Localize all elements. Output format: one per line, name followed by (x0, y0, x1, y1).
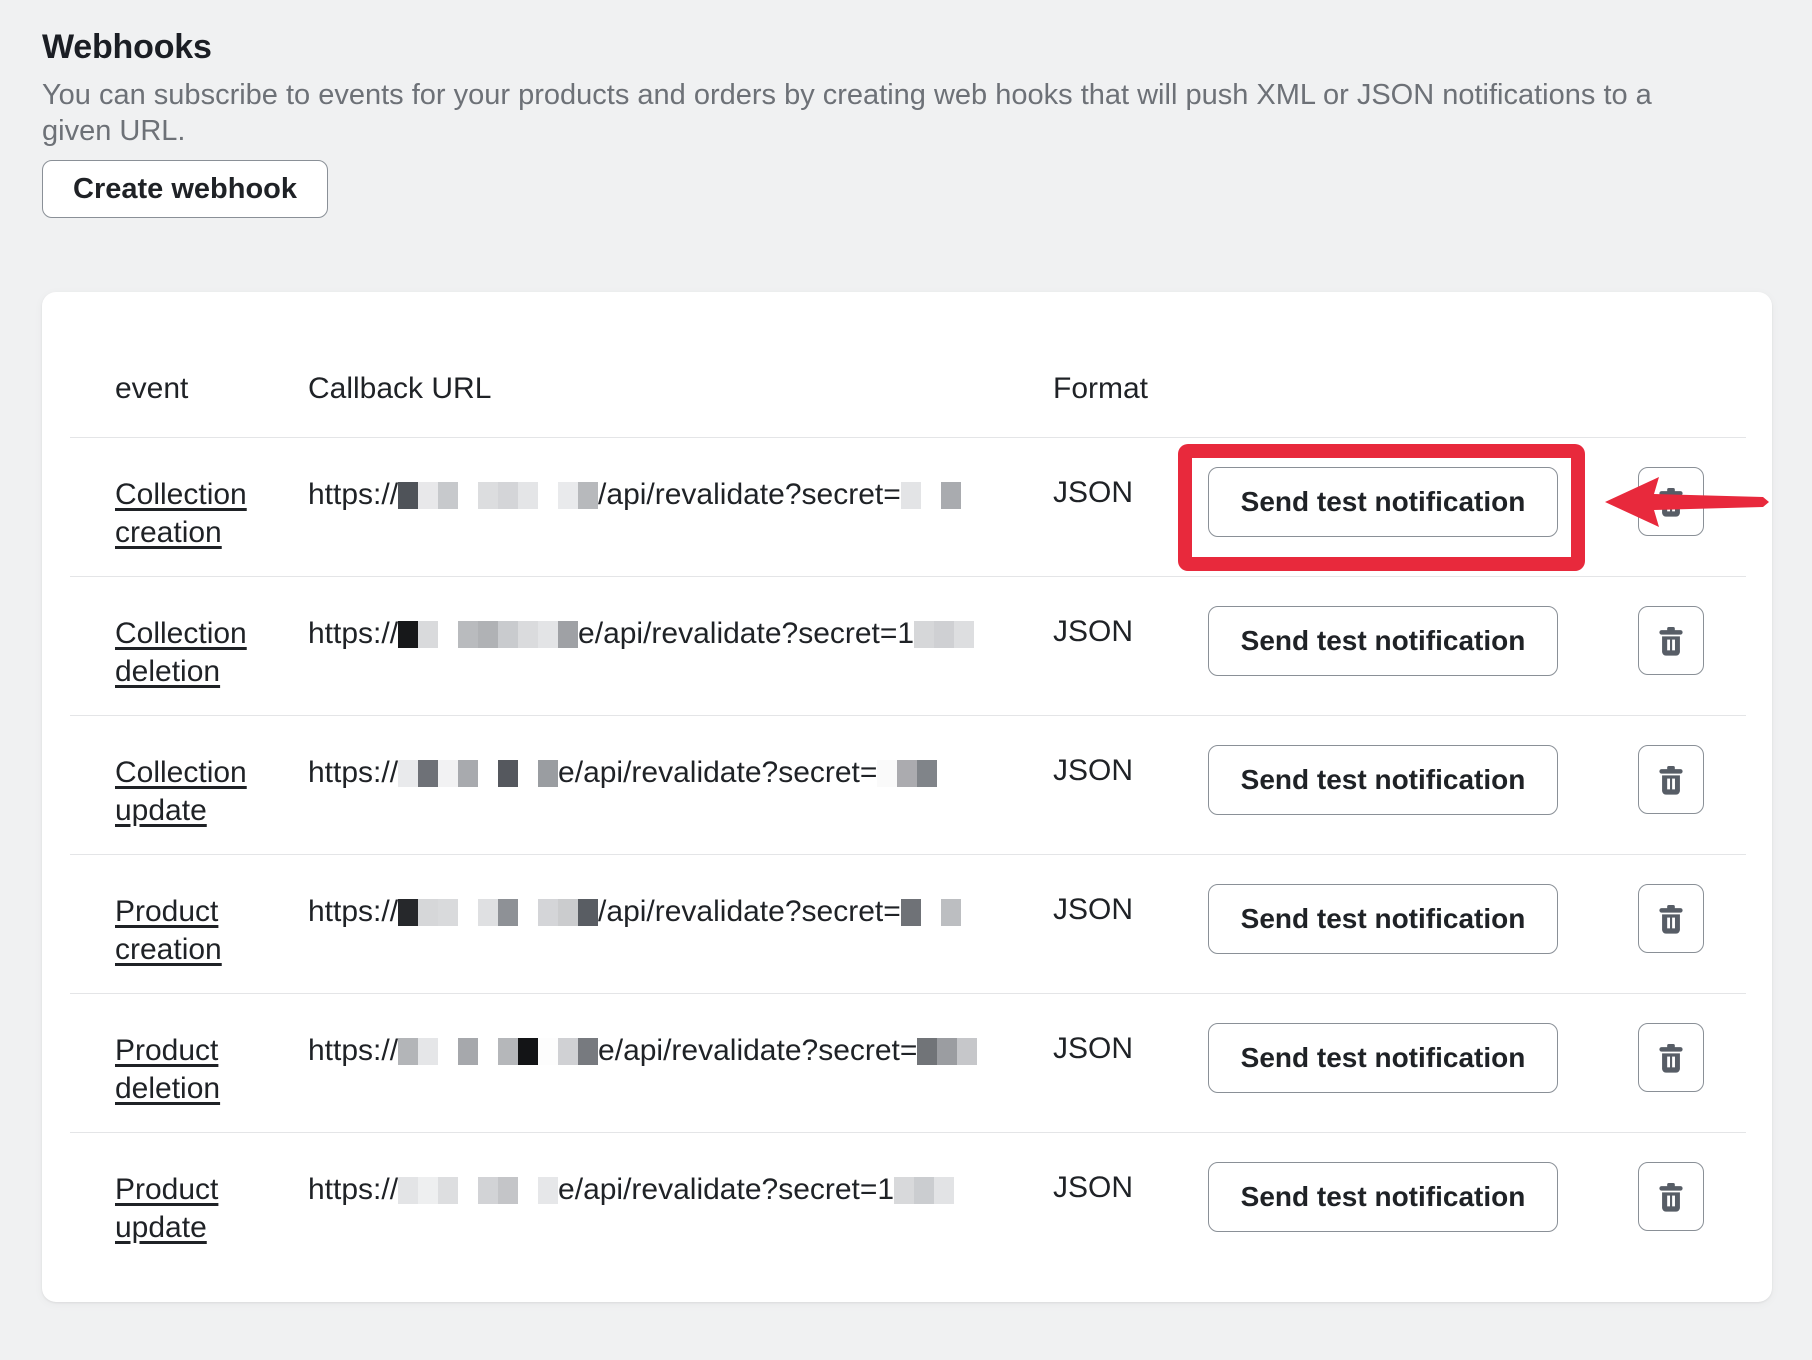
format-value: JSON (1053, 893, 1133, 926)
trash-icon (1654, 1180, 1688, 1214)
page-description: You can subscribe to events for your pro… (42, 77, 1722, 149)
redacted-secret-blocks (894, 1177, 954, 1223)
trash-icon (1654, 902, 1688, 936)
trash-icon (1654, 1041, 1688, 1075)
delete-webhook-button[interactable] (1638, 606, 1704, 675)
send-test-notification-button[interactable]: Send test notification (1208, 745, 1558, 815)
webhook-row-collection-update: Collectionupdate https://e/api/revalidat… (42, 715, 1772, 854)
callback-url: https:///api/revalidate?secret= (308, 478, 961, 511)
column-header-callback-url: Callback URL (308, 372, 1053, 437)
send-test-notification-button[interactable]: Send test notification (1208, 606, 1558, 676)
webhook-row-product-update: Productupdate https://e/api/revalidate?s… (42, 1132, 1772, 1301)
webhook-row-product-creation: Productcreation https:///api/revalidate?… (42, 854, 1772, 993)
format-value: JSON (1053, 1171, 1133, 1204)
webhook-row-collection-deletion: Collectiondeletion https://e/api/revalid… (42, 576, 1772, 715)
callback-url: https://e/api/revalidate?secret= (308, 1034, 977, 1067)
webhook-row-collection-creation: Collectioncreation https:///api/revalida… (42, 437, 1772, 576)
create-webhook-button[interactable]: Create webhook (42, 160, 328, 218)
column-header-format: Format (1053, 372, 1208, 437)
delete-webhook-button[interactable] (1638, 1162, 1704, 1231)
column-header-event: event (42, 372, 308, 437)
format-value: JSON (1053, 615, 1133, 648)
callback-url: https://e/api/revalidate?secret= (308, 756, 937, 789)
redacted-secret-blocks (917, 1038, 977, 1084)
redacted-secret-blocks (914, 621, 974, 667)
send-test-notification-button[interactable]: Send test notification (1208, 467, 1558, 537)
table-header: event Callback URL Format (42, 292, 1772, 437)
delete-webhook-button[interactable] (1638, 1023, 1704, 1092)
callback-url: https:///api/revalidate?secret= (308, 895, 961, 928)
callback-url: https://e/api/revalidate?secret=1 (308, 617, 974, 650)
format-value: JSON (1053, 754, 1133, 787)
trash-icon (1654, 763, 1688, 797)
webhooks-table-card: event Callback URL Format Collectioncrea… (42, 292, 1772, 1302)
delete-webhook-button[interactable] (1638, 884, 1704, 953)
event-link[interactable]: Collectionupdate (115, 756, 247, 827)
trash-icon (1654, 624, 1688, 658)
delete-webhook-button[interactable] (1638, 745, 1704, 814)
send-test-notification-button[interactable]: Send test notification (1208, 884, 1558, 954)
page-title: Webhooks (42, 27, 1772, 67)
event-link[interactable]: Productdeletion (115, 1034, 220, 1105)
redacted-secret-blocks (877, 760, 937, 806)
redacted-host-blocks (398, 1038, 598, 1084)
event-link[interactable]: Collectiondeletion (115, 617, 247, 688)
delete-webhook-button[interactable] (1638, 467, 1704, 536)
format-value: JSON (1053, 1032, 1133, 1065)
redacted-host-blocks (398, 899, 598, 945)
webhooks-settings-page: Webhooks You can subscribe to events for… (0, 0, 1812, 1360)
webhook-row-product-deletion: Productdeletion https://e/api/revalidate… (42, 993, 1772, 1132)
redacted-secret-blocks (901, 899, 961, 945)
redacted-host-blocks (398, 482, 598, 528)
event-link[interactable]: Productcreation (115, 895, 222, 966)
redacted-secret-blocks (901, 482, 961, 528)
trash-icon (1654, 485, 1688, 519)
send-test-notification-button[interactable]: Send test notification (1208, 1023, 1558, 1093)
redacted-host-blocks (398, 621, 578, 667)
format-value: JSON (1053, 476, 1133, 509)
send-test-notification-button[interactable]: Send test notification (1208, 1162, 1558, 1232)
redacted-host-blocks (398, 760, 558, 806)
event-link[interactable]: Productupdate (115, 1173, 218, 1244)
redacted-host-blocks (398, 1177, 558, 1223)
callback-url: https://e/api/revalidate?secret=1 (308, 1173, 954, 1206)
event-link[interactable]: Collectioncreation (115, 478, 247, 549)
